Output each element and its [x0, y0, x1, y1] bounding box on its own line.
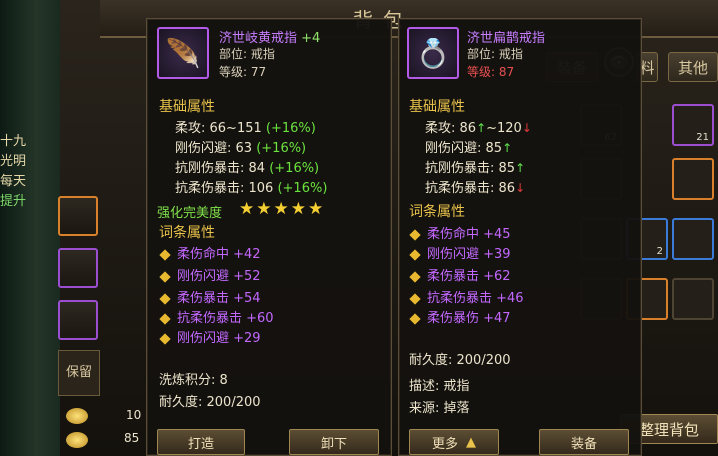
currency-gold: 85	[124, 431, 140, 445]
ring-icon: 🪶	[157, 27, 209, 79]
tooltip-equipped: 🪶 济世岐黄戒指 +4 部位: 戒指 等级: 77 基础属性 柔攻: 66~15…	[146, 18, 392, 456]
description: 描述: 戒指	[409, 379, 470, 394]
stat-row: 刚伤闪避: 63 (+16%)	[175, 141, 307, 156]
equip-slot-bracelet[interactable]	[58, 248, 98, 288]
stat-row: 抗柔伤暴击: 106 (+16%)	[175, 181, 328, 196]
stat-row: 抗刚伤暴击: 85↑	[425, 161, 526, 176]
side-text-2: 光明	[0, 154, 27, 169]
unequip-button[interactable]: 卸下	[289, 429, 379, 455]
tab-other[interactable]: 其他	[668, 52, 718, 82]
bag-slot[interactable]: 21	[672, 104, 714, 146]
affix-row: 柔伤命中 +45	[409, 223, 511, 242]
affix-row: 刚伤闪避 +39	[409, 243, 511, 262]
affix-row: 柔伤暴击 +62	[409, 265, 511, 284]
gold-coin-icon	[66, 432, 88, 448]
more-button[interactable]: 更多 ▲	[409, 429, 499, 455]
affix-row: 柔伤暴击 +54	[159, 287, 261, 306]
stat-row: 抗刚伤暴击: 84 (+16%)	[175, 161, 320, 176]
star-rating: ★★★★★	[239, 199, 326, 219]
perfect-label: 强化完美度	[157, 206, 223, 221]
bag-slot[interactable]	[672, 158, 714, 200]
item-slot: 部位: 戒指	[219, 47, 275, 61]
tooltip-compare: 💍 济世扁鹊戒指 部位: 戒指 等级: 87 基础属性 柔攻: 86↑~120↓…	[398, 18, 642, 456]
source: 来源: 掉落	[409, 401, 470, 416]
forge-button[interactable]: 打造	[157, 429, 245, 455]
affix-row: 刚伤闪避 +29	[159, 327, 261, 346]
scene-left-strip	[0, 0, 60, 456]
durability: 耐久度: 200/200	[159, 395, 261, 410]
stat-row: 柔攻: 86↑~120↓	[425, 121, 532, 136]
currency-ingot: 10	[126, 408, 142, 422]
section-affix-title: 词条属性	[409, 204, 465, 220]
item-slot: 部位: 戒指	[467, 47, 523, 61]
section-basic-title: 基础属性	[159, 99, 215, 115]
section-affix-title: 词条属性	[159, 225, 215, 241]
refine-points: 洗炼积分: 8	[159, 373, 228, 388]
side-text-3: 每天	[0, 174, 27, 189]
stat-row: 柔攻: 66~151 (+16%)	[175, 121, 316, 136]
side-text-4: 提升	[0, 194, 27, 209]
ring-icon: 💍	[407, 27, 459, 79]
affix-row: 抗柔伤暴击 +46	[409, 287, 524, 306]
affix-row: 柔伤暴伤 +47	[409, 307, 511, 326]
section-basic-title: 基础属性	[409, 99, 465, 115]
equip-slot-ring[interactable]	[58, 300, 98, 340]
item-name: 济世扁鹊戒指	[467, 31, 546, 46]
bag-slot[interactable]	[672, 218, 714, 260]
chevron-up-icon: ▲	[466, 434, 476, 450]
item-level: 等级: 87	[467, 65, 515, 79]
affix-row: 刚伤闪避 +52	[159, 265, 261, 284]
keep-button[interactable]: 保留	[58, 350, 100, 396]
bag-slot-count: 2	[656, 246, 663, 257]
stat-row: 抗柔伤暴击: 86↓	[425, 181, 526, 196]
bag-slot-count: 21	[696, 132, 709, 143]
equip-slot-necklace[interactable]	[58, 196, 98, 236]
side-text-1: 十九	[0, 134, 27, 149]
stat-row: 刚伤闪避: 85↑	[425, 141, 513, 156]
affix-row: 抗柔伤暴击 +60	[159, 307, 274, 326]
item-level: 等级: 77	[219, 65, 267, 79]
gold-ingot-icon	[66, 408, 88, 424]
item-name: 济世岐黄戒指 +4	[219, 31, 321, 46]
equip-button[interactable]: 装备	[539, 429, 629, 455]
bag-slot[interactable]	[672, 278, 714, 320]
durability: 耐久度: 200/200	[409, 353, 511, 368]
affix-row: 柔伤命中 +42	[159, 243, 261, 262]
